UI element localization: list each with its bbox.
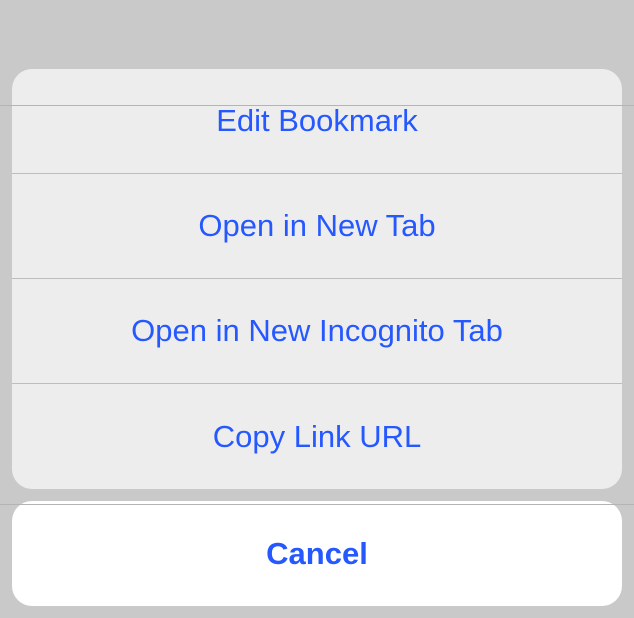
background-divider	[0, 105, 634, 106]
cancel-group: Cancel	[12, 501, 622, 606]
action-label: Open in New Tab	[198, 208, 435, 244]
action-label: Open in New Incognito Tab	[131, 313, 503, 349]
open-new-tab-action[interactable]: Open in New Tab	[12, 174, 622, 279]
cancel-button[interactable]: Cancel	[12, 501, 622, 606]
copy-link-url-action[interactable]: Copy Link URL	[12, 384, 622, 489]
background-divider	[0, 504, 634, 505]
edit-bookmark-action[interactable]: Edit Bookmark	[12, 69, 622, 174]
open-incognito-tab-action[interactable]: Open in New Incognito Tab	[12, 279, 622, 384]
action-sheet-group: Edit Bookmark Open in New Tab Open in Ne…	[12, 69, 622, 489]
action-label: Copy Link URL	[213, 419, 421, 455]
action-label: Edit Bookmark	[216, 103, 418, 139]
cancel-label: Cancel	[266, 536, 368, 572]
